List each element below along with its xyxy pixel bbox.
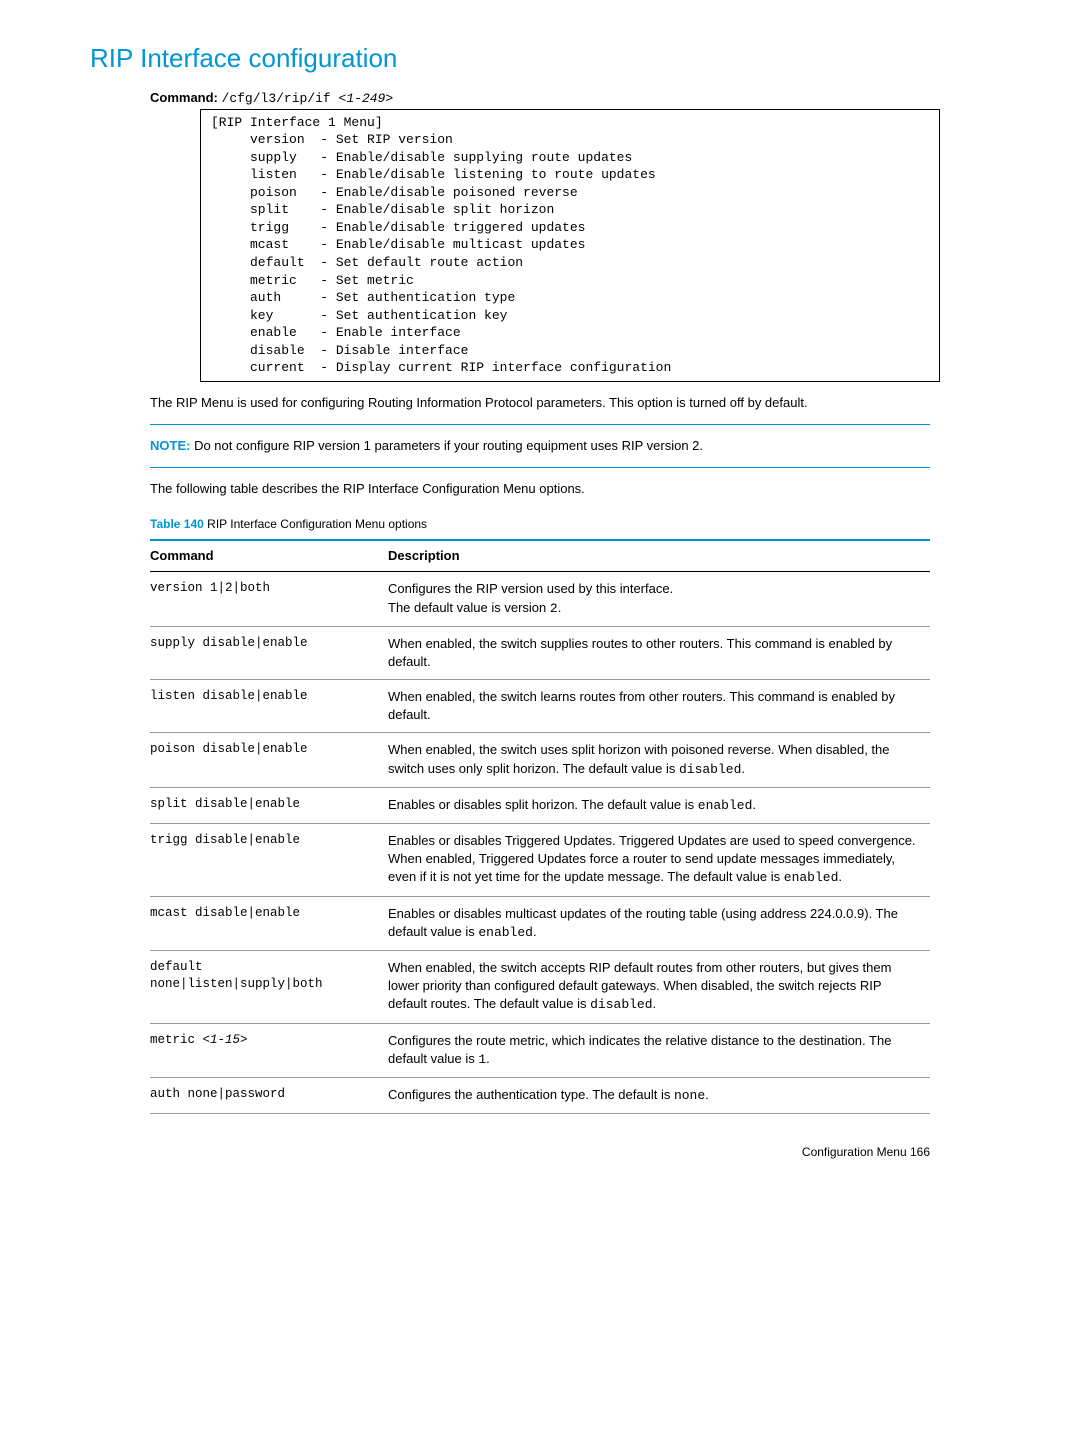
cmd-cell: auth none|password [150,1077,388,1113]
cmd-cell: supply disable|enable [150,626,388,679]
code-value: enabled [784,870,839,885]
table-row: mcast disable|enable Enables or disables… [150,896,930,950]
table-caption: Table 140 RIP Interface Configuration Me… [150,516,930,533]
desc-text: . [752,797,756,812]
command-label: Command: [150,90,218,105]
desc-cell: When enabled, the switch learns routes f… [388,680,930,733]
desc-text: . [653,996,657,1011]
desc-cell: Enables or disables Triggered Updates. T… [388,824,930,897]
desc-text: . [741,761,745,776]
options-table: Command Description version 1|2|both Con… [150,539,930,1114]
desc-text: Configures the RIP version used by this … [388,581,673,614]
table-row: metric <1-15> Configures the route metri… [150,1023,930,1077]
cmd-cell: poison disable|enable [150,733,388,787]
code-value: disabled [590,997,652,1012]
desc-text: . [838,869,842,884]
page-title: RIP Interface configuration [90,40,990,76]
note-text: Do not configure RIP version 1 parameter… [190,438,703,453]
command-line: Command: /cfg/l3/rip/if <1-249> [150,89,990,108]
code-value: none [674,1088,705,1103]
divider [150,467,930,468]
desc-text: . [705,1087,709,1102]
col-command: Command [150,540,388,572]
cmd-cell: listen disable|enable [150,680,388,733]
desc-text: . [558,600,562,615]
desc-text: When enabled, the switch supplies routes… [388,636,892,669]
cmd-text: metric [150,1033,203,1047]
note-label: NOTE: [150,438,190,453]
desc-cell: When enabled, the switch uses split hori… [388,733,930,787]
table-row: split disable|enable Enables or disables… [150,787,930,823]
desc-cell: Configures the RIP version used by this … [388,572,930,626]
desc-text: . [486,1051,490,1066]
page-footer: Configuration Menu 166 [90,1144,930,1161]
table-row: default none|listen|supply|both When ena… [150,950,930,1023]
table-row: trigg disable|enable Enables or disables… [150,824,930,897]
command-arg: <1-249> [339,91,394,106]
command-path: /cfg/l3/rip/if [222,91,339,106]
note: NOTE: Do not configure RIP version 1 par… [150,437,930,455]
desc-text: . [533,924,537,939]
code-value: enabled [478,925,533,940]
code-value: enabled [698,798,753,813]
desc-cell: When enabled, the switch supplies routes… [388,626,930,679]
code-value: 1 [478,1052,486,1067]
cmd-cell: mcast disable|enable [150,896,388,950]
table-row: listen disable|enable When enabled, the … [150,680,930,733]
code-value: disabled [679,762,741,777]
desc-text: Enables or disables multicast updates of… [388,906,898,939]
desc-cell: Enables or disables multicast updates of… [388,896,930,950]
table-number: Table 140 [150,517,204,531]
desc-cell: When enabled, the switch accepts RIP def… [388,950,930,1023]
table-row: supply disable|enable When enabled, the … [150,626,930,679]
desc-text: Configures the authentication type. The … [388,1087,674,1102]
code-value: 2 [550,601,558,616]
intro-text: The RIP Menu is used for configuring Rou… [150,394,930,412]
table-row: poison disable|enable When enabled, the … [150,733,930,787]
desc-text: Enables or disables split horizon. The d… [388,797,698,812]
divider [150,424,930,425]
cmd-cell: split disable|enable [150,787,388,823]
desc-text: When enabled, the switch learns routes f… [388,689,895,722]
cmd-cell: default none|listen|supply|both [150,950,388,1023]
desc-text: Configures the route metric, which indic… [388,1033,891,1066]
col-description: Description [388,540,930,572]
table-row: auth none|password Configures the authen… [150,1077,930,1113]
cmd-cell: version 1|2|both [150,572,388,626]
table-title: RIP Interface Configuration Menu options [204,517,427,531]
cmd-arg: <1-15> [203,1033,248,1047]
menu-block: [RIP Interface 1 Menu] version - Set RIP… [200,109,940,382]
table-intro: The following table describes the RIP In… [150,480,930,498]
table-row: version 1|2|both Configures the RIP vers… [150,572,930,626]
cmd-cell: trigg disable|enable [150,824,388,897]
desc-text: When enabled, the switch uses split hori… [388,742,890,775]
desc-cell: Enables or disables split horizon. The d… [388,787,930,823]
desc-cell: Configures the authentication type. The … [388,1077,930,1113]
table-header-row: Command Description [150,540,930,572]
cmd-cell: metric <1-15> [150,1023,388,1077]
desc-cell: Configures the route metric, which indic… [388,1023,930,1077]
